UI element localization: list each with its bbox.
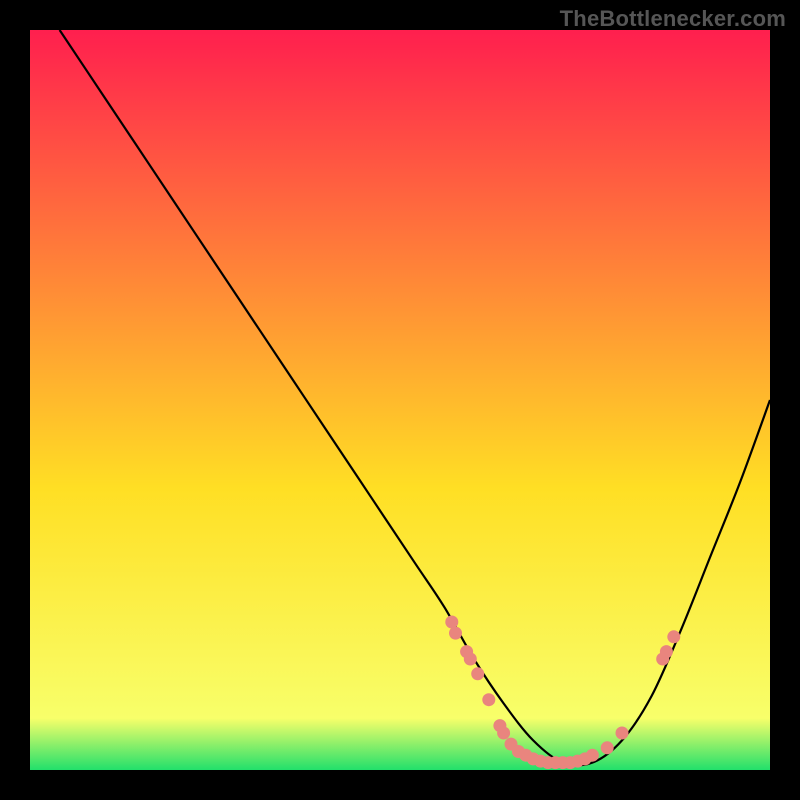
data-point — [667, 630, 680, 643]
data-point — [586, 749, 599, 762]
data-point — [464, 653, 477, 666]
data-point — [616, 727, 629, 740]
chart-frame: TheBottlenecker.com — [0, 0, 800, 800]
data-point — [482, 693, 495, 706]
data-point — [445, 616, 458, 629]
data-point — [660, 645, 673, 658]
data-point — [497, 727, 510, 740]
data-point — [601, 741, 614, 754]
data-point — [449, 627, 462, 640]
plot-area — [30, 30, 770, 770]
chart-svg — [30, 30, 770, 770]
attribution-label: TheBottlenecker.com — [560, 6, 786, 32]
data-point — [471, 667, 484, 680]
